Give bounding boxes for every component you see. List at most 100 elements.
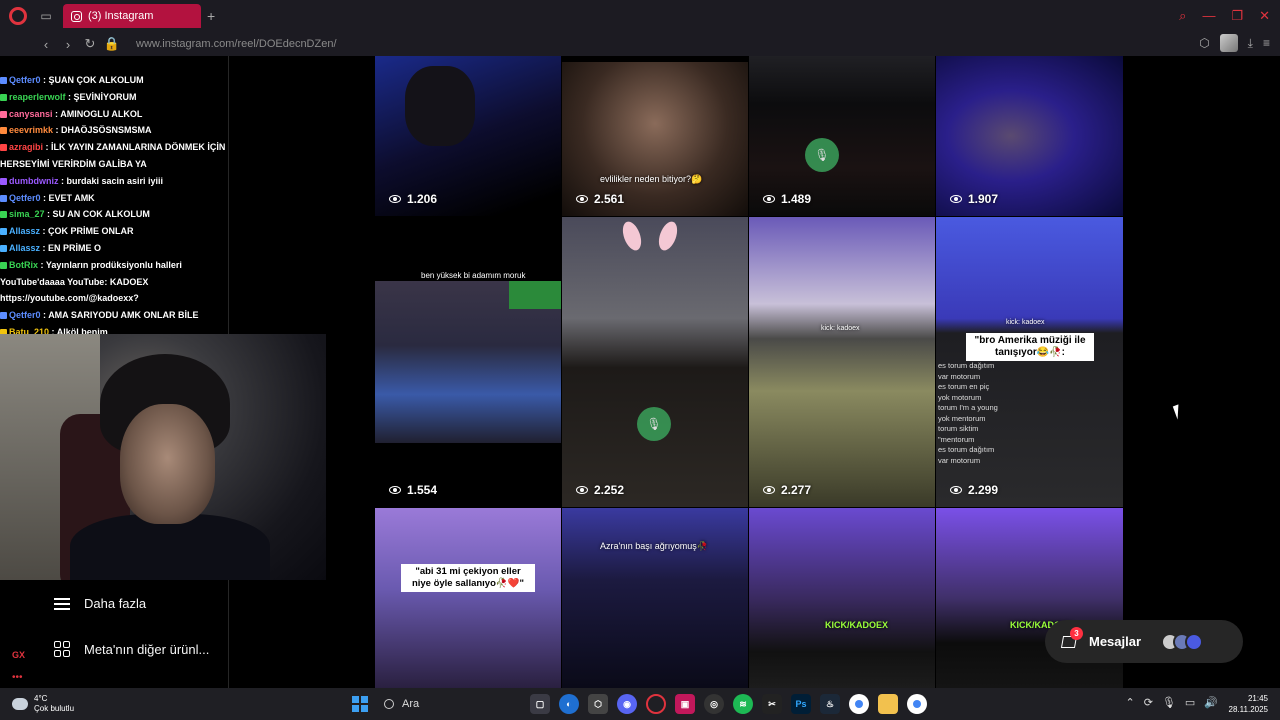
chat-badge-icon xyxy=(0,177,7,185)
gx-corner-icon[interactable]: GX xyxy=(12,650,25,660)
chat-username: Qetfer0 xyxy=(9,192,41,203)
chat-text: EVET AMK xyxy=(48,192,95,203)
mouse-cursor xyxy=(1172,404,1184,420)
more-dots-icon[interactable]: ••• xyxy=(12,672,23,683)
chat-username: dumbdwniz xyxy=(9,175,59,186)
reel-tile[interactable]: 🎙 1.489 xyxy=(749,56,935,216)
reel-tile[interactable]: evlilikler neden bitiyor?🤔 2.561 xyxy=(562,62,748,216)
download-icon[interactable]: ⤓ xyxy=(1248,36,1253,51)
reel-tile[interactable]: Azra'nın başı ağrıyomuş🥀 xyxy=(562,508,748,688)
taskbar-clock[interactable]: 21:45 28.11.2025 xyxy=(1229,693,1268,715)
minimize-button[interactable]: — xyxy=(1202,8,1215,24)
weather-desc: Çok bulutlu xyxy=(34,704,75,713)
chat-badge-icon xyxy=(0,312,7,320)
chat-username: sima_27 xyxy=(9,209,45,220)
eye-icon xyxy=(950,486,962,494)
profile-avatar[interactable] xyxy=(1219,34,1238,52)
avatar xyxy=(1185,632,1204,651)
forward-icon[interactable]: › xyxy=(58,37,78,52)
photoshop-icon[interactable]: Ps xyxy=(791,694,811,714)
taskbar-search[interactable]: Ara xyxy=(378,693,524,715)
webcam-face xyxy=(120,404,215,524)
more-menu-item[interactable]: Daha fazla xyxy=(54,596,146,611)
unread-badge: 3 xyxy=(1070,626,1083,640)
chrome-icon[interactable] xyxy=(849,694,869,714)
app-icon[interactable]: ⬡ xyxy=(588,694,608,714)
reel-tile[interactable]: "abi 31 mi çekiyon eller niye öyle salla… xyxy=(375,508,561,688)
messages-button[interactable]: 3 Mesajlar xyxy=(1045,620,1243,663)
chat-badge-icon xyxy=(0,127,7,135)
new-tab-button[interactable]: + xyxy=(207,8,215,24)
chat-badge-icon xyxy=(0,244,7,252)
eye-icon xyxy=(576,486,588,494)
reel-tile[interactable]: kick: kadoex "bro Amerika müziği ile tan… xyxy=(936,217,1123,507)
weather-temp: 4°C xyxy=(34,694,48,703)
close-button[interactable]: ✕ xyxy=(1259,8,1270,24)
tab-instagram[interactable]: (3) Instagram xyxy=(63,4,201,28)
windows-start-icon[interactable] xyxy=(352,696,368,712)
capcut-icon[interactable]: ✂ xyxy=(762,694,782,714)
reel-caption: Azra'nın başı ağrıyomuş🥀 xyxy=(600,541,708,551)
reel-tile[interactable]: ben yüksek bi adamım moruk 1.554 xyxy=(375,217,561,507)
steam-icon[interactable]: ♨ xyxy=(820,694,840,714)
chrome-icon[interactable] xyxy=(907,694,927,714)
reload-icon[interactable]: ↻ xyxy=(80,36,100,52)
watermark: kick: kadoex xyxy=(821,325,860,332)
menu-icon[interactable]: ≡ xyxy=(1263,36,1270,50)
display-icon[interactable]: ▭ xyxy=(1185,696,1195,709)
reel-caption: evlilikler neden bitiyor?🤔 xyxy=(600,174,703,184)
opera-logo-icon[interactable] xyxy=(9,7,27,25)
reels-grid: 1.206 evlilikler neden bitiyor?🤔 2.561 🎙… xyxy=(375,56,1123,688)
chat-message: Qetfer0 : ŞUAN ÇOK ALKOLUM xyxy=(0,72,240,89)
url-text[interactable]: www.instagram.com/reel/DOEdecnDZen/ xyxy=(136,38,337,50)
more-label: Daha fazla xyxy=(84,596,147,611)
chat-message: azragibi : İLK YAYIN ZAMANLARINA DÖNMEK … xyxy=(0,142,226,169)
chat-message: eeevrimkk : DHAÖJSÖSNSMSMA xyxy=(0,122,240,139)
search-icon[interactable]: ⌕ xyxy=(1179,8,1186,24)
meta-products-item[interactable]: Meta'nın diğer ürünl... xyxy=(54,641,209,657)
instagram-icon xyxy=(71,10,82,22)
sync-icon[interactable]: ⟳ xyxy=(1144,696,1153,709)
view-count: 1.554 xyxy=(389,483,437,497)
chat-badge-icon xyxy=(0,194,7,202)
maximize-button[interactable]: ❐ xyxy=(1231,8,1243,24)
chat-text: AMINOGLU ALKOL xyxy=(60,108,143,119)
extensions-icon[interactable]: ⬡ xyxy=(1199,36,1209,50)
hamburger-icon xyxy=(54,597,70,610)
direct-message-icon: 3 xyxy=(1061,626,1083,650)
reel-caption: ben yüksek bi adamım moruk xyxy=(421,271,526,280)
watermark: kick: kadoex xyxy=(1006,319,1045,326)
obs-icon[interactable]: ◎ xyxy=(704,694,724,714)
opera-gx-icon[interactable] xyxy=(646,694,666,714)
reel-tile[interactable]: 1.907 xyxy=(936,56,1123,216)
weather-widget[interactable]: 4°C Çok bulutlu xyxy=(12,694,74,714)
chat-text: DHAÖJSÖSNSMSMA xyxy=(61,125,152,136)
reel-tile[interactable]: 🎙 2.252 xyxy=(562,217,748,507)
view-count: 2.561 xyxy=(576,192,624,206)
file-explorer-icon[interactable] xyxy=(878,694,898,714)
chat-message: BotRix : Yayınların prodüksiyonlu haller… xyxy=(0,259,182,304)
back-icon[interactable]: ‹ xyxy=(36,37,56,52)
message-avatars xyxy=(1161,632,1204,651)
mic-tray-icon[interactable]: 🎙 xyxy=(1162,696,1176,709)
copilot-icon[interactable]: ◐ xyxy=(559,694,579,714)
toolbar-right: ⬡ ⤓ ≡ xyxy=(1199,34,1270,52)
app-icon[interactable]: ▣ xyxy=(675,694,695,714)
reel-tile[interactable]: KICK/KADOEX xyxy=(749,508,935,688)
volume-icon[interactable]: 🔊 xyxy=(1204,696,1218,709)
eye-icon xyxy=(950,195,962,203)
reel-sticker: "bro Amerika müziği ile tanışıyor😂🥀: xyxy=(966,333,1094,361)
reel-tile[interactable]: kick: kadoex 2.277 xyxy=(749,217,935,507)
chat-username: BotRix xyxy=(9,259,38,270)
task-view-icon[interactable]: ▢ xyxy=(530,694,550,714)
workspace-icon[interactable]: ▭ xyxy=(35,5,57,27)
reel-tile[interactable]: 1.206 xyxy=(375,56,561,216)
view-count: 2.252 xyxy=(576,483,624,497)
discord-icon[interactable]: ◉ xyxy=(617,694,637,714)
chat-username: canysansi xyxy=(9,108,53,119)
spotify-icon[interactable]: ≋ xyxy=(733,694,753,714)
chevron-up-icon[interactable]: ⌃ xyxy=(1125,696,1134,709)
chat-message: canysansi : AMINOGLU ALKOL xyxy=(0,106,240,123)
chat-username: Qetfer0 xyxy=(9,75,41,85)
stream-chat-overlay: Qetfer0 : ŞUAN ÇOK ALKOLUM reaperlerwolf … xyxy=(0,72,240,358)
